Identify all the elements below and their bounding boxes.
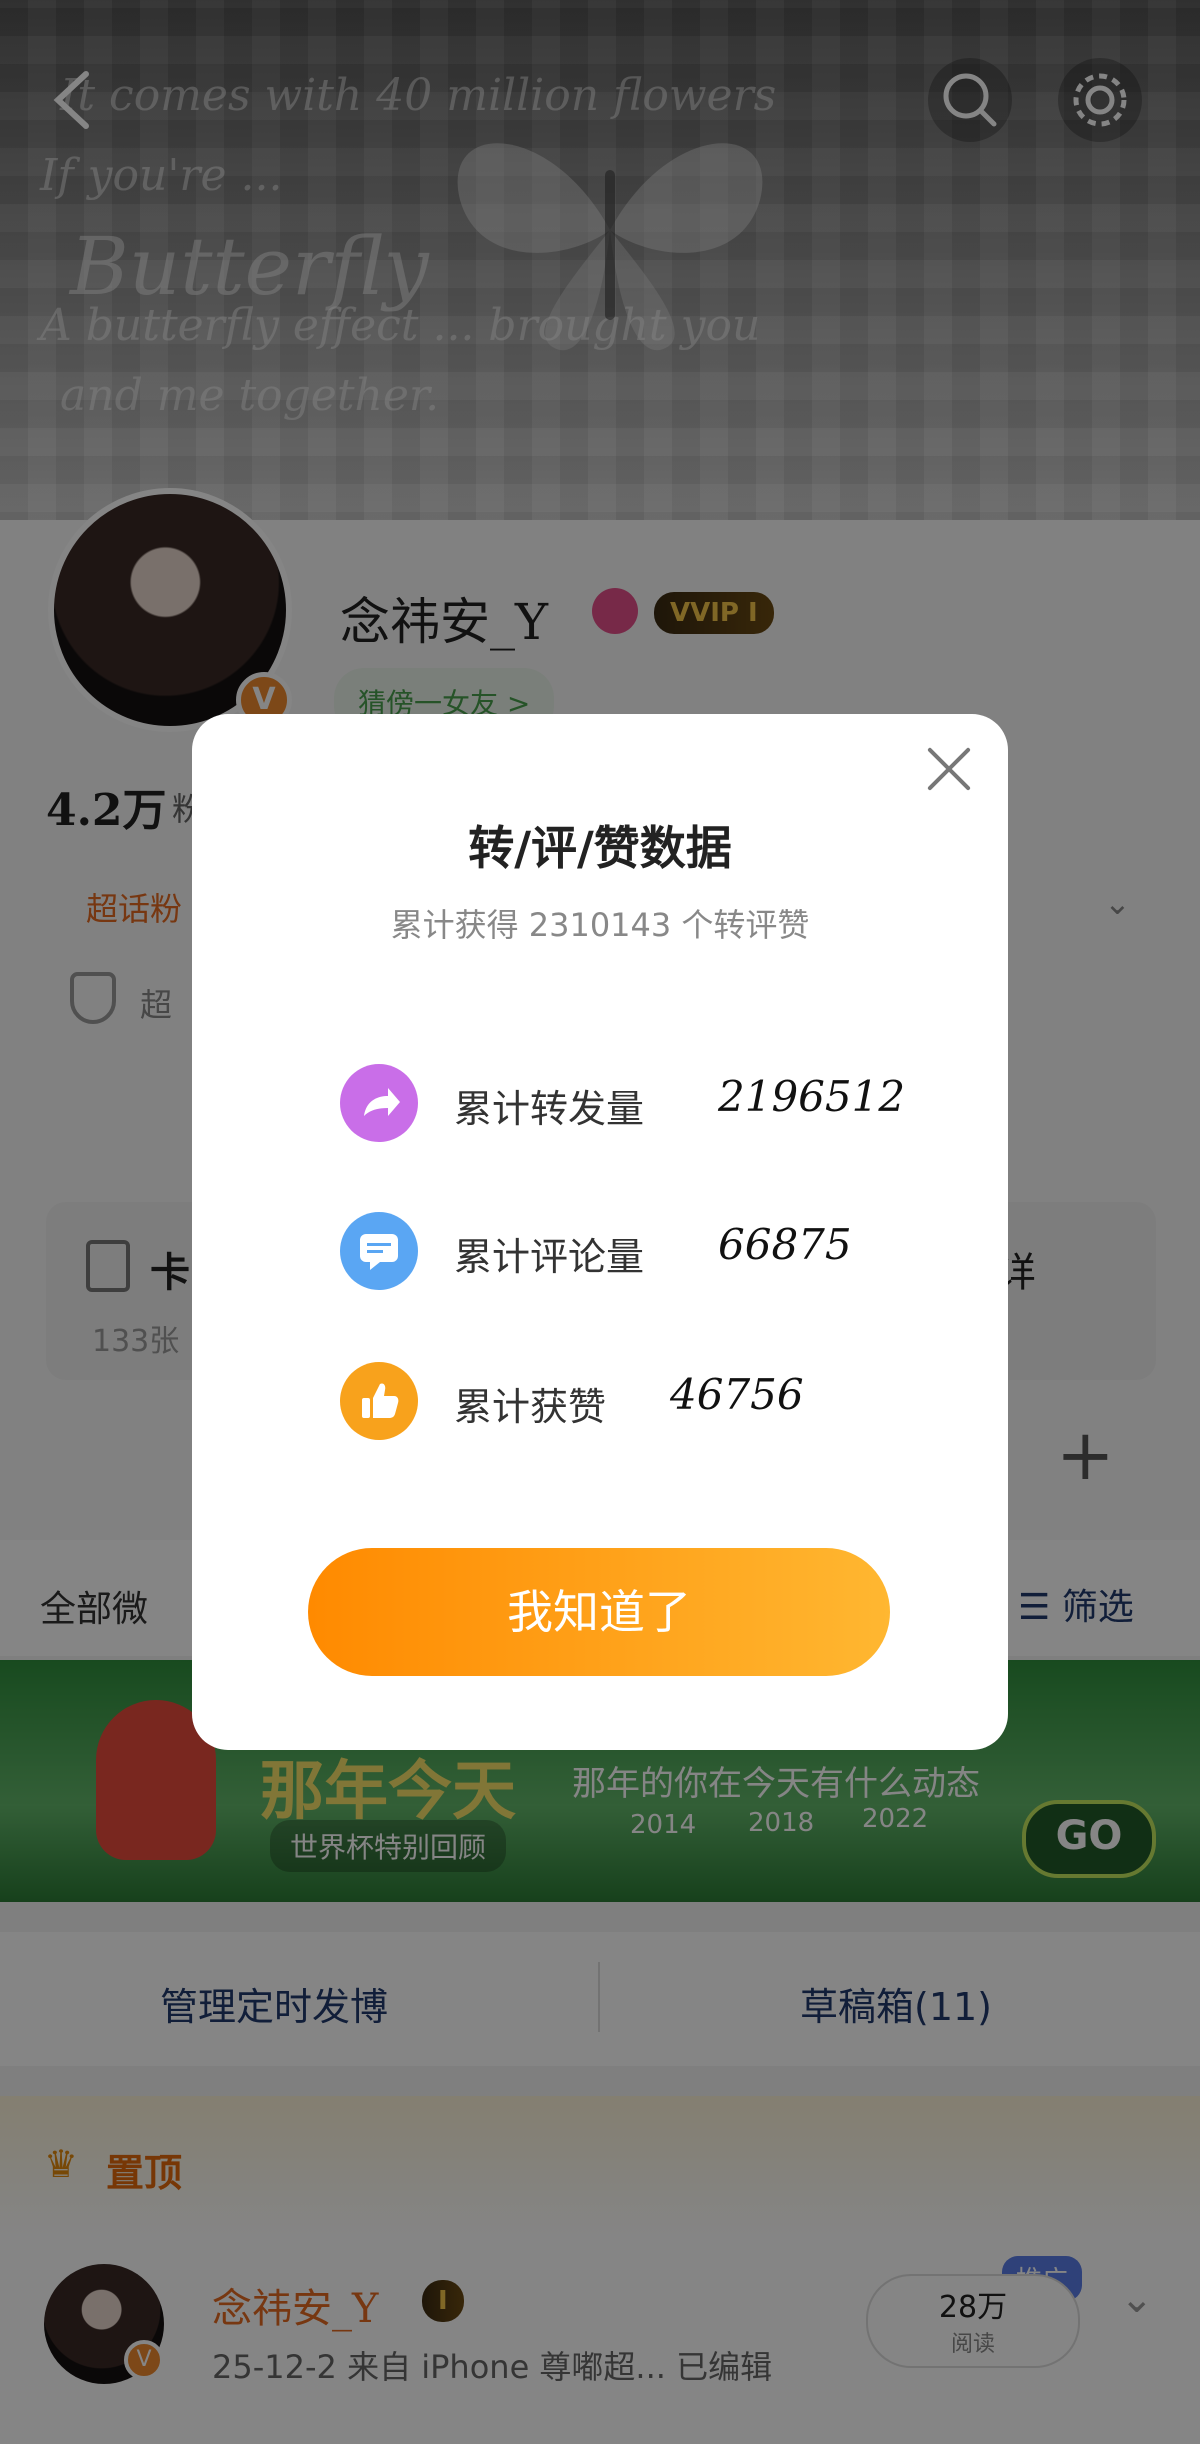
modal-title: 转/评/赞数据 [468, 821, 732, 875]
reposts-label: 累计转发量 [454, 1087, 645, 1131]
comments-label: 累计评论量 [454, 1235, 645, 1279]
comment-icon [340, 1212, 418, 1290]
reposts-value: 2196512 [718, 1072, 906, 1121]
share-icon [340, 1064, 418, 1142]
likes-label: 累计获赞 [454, 1385, 607, 1429]
thumbs-up-icon [340, 1362, 418, 1440]
likes-value: 46756 [670, 1370, 804, 1419]
close-icon[interactable] [924, 744, 974, 794]
modal-subtitle: 累计获得 2310143 个转评赞 [390, 906, 810, 944]
comments-value: 66875 [718, 1220, 852, 1269]
ok-button[interactable]: 我知道了 [308, 1548, 890, 1676]
